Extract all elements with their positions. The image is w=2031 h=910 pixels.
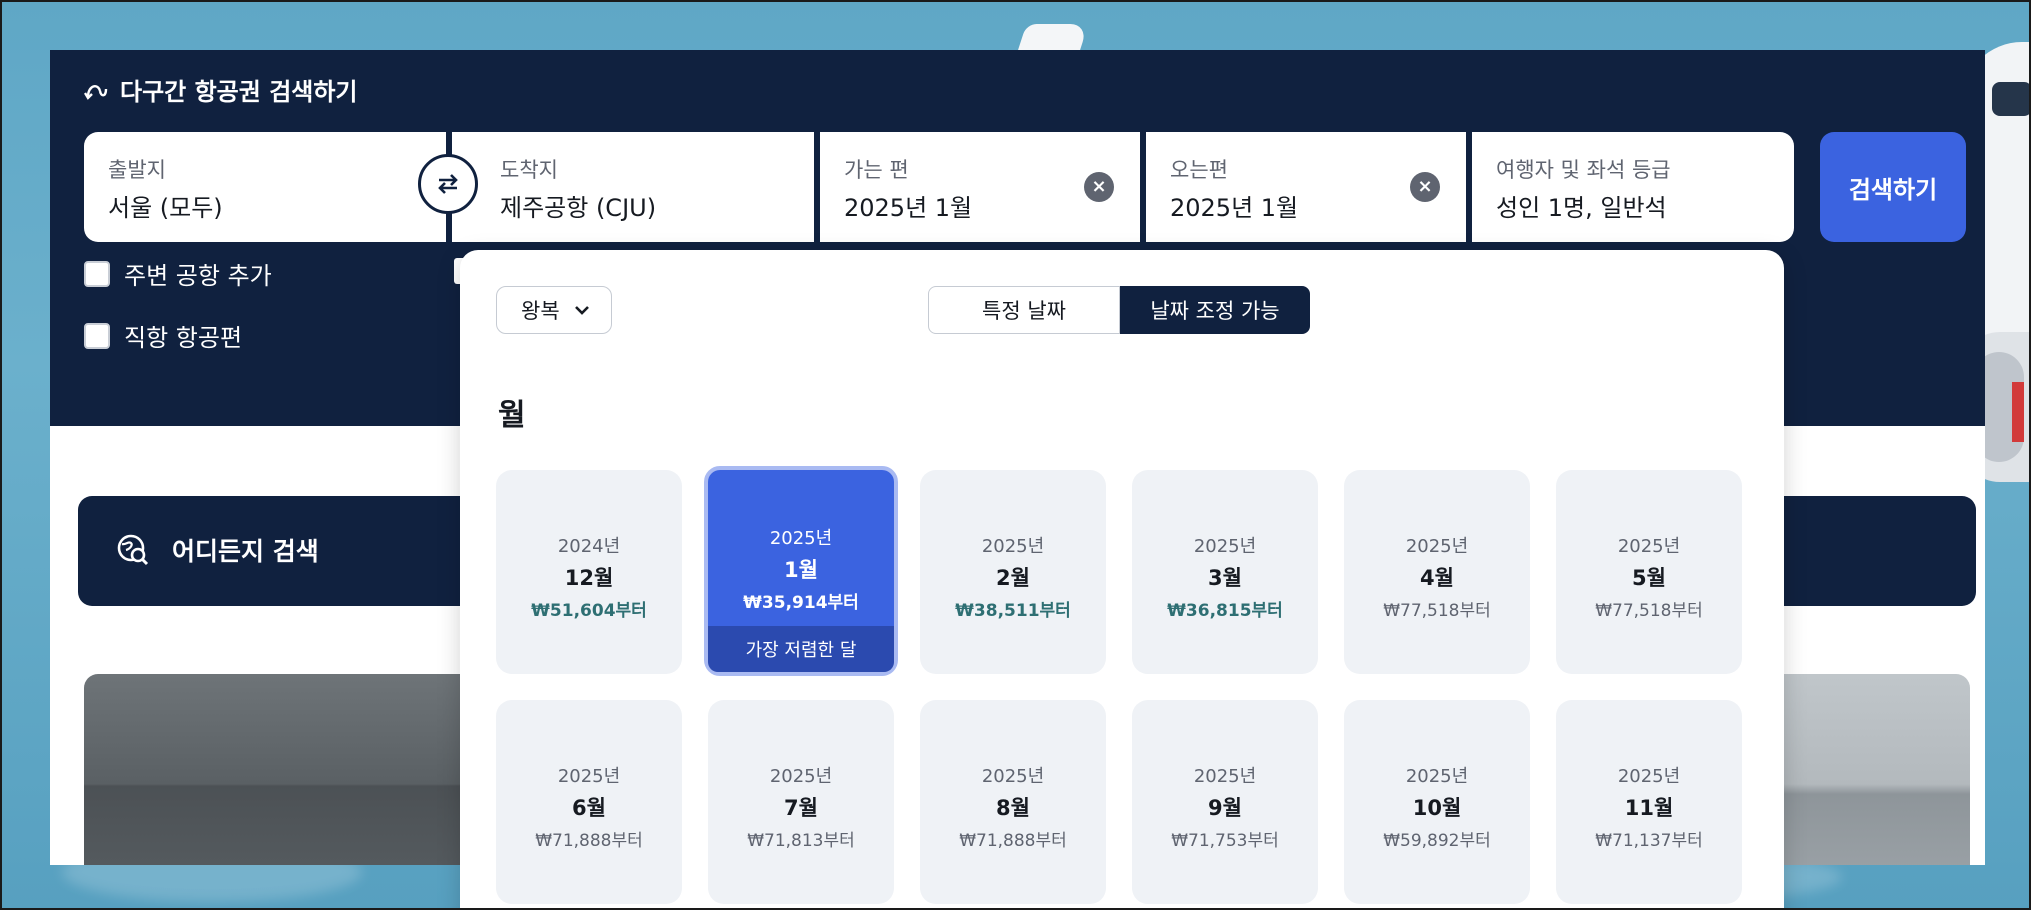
- nearby-airports-option[interactable]: 주변 공항 추가: [84, 256, 272, 291]
- cheapest-month-tag: 가장 저렴한 달: [708, 626, 894, 672]
- month-card-month: 5월: [1632, 566, 1666, 590]
- month-card[interactable]: 2025년 5월 ₩77,518부터: [1556, 470, 1742, 674]
- month-card[interactable]: 2025년 9월 ₩71,753부터: [1132, 700, 1318, 904]
- month-card-year: 2025년: [981, 536, 1045, 557]
- month-card-price: ₩36,815부터: [1167, 601, 1283, 621]
- clear-icon: ×: [1417, 176, 1433, 197]
- month-card[interactable]: 2025년 2월 ₩38,511부터: [920, 470, 1106, 674]
- month-card-month: 9월: [1208, 796, 1242, 820]
- month-card[interactable]: 2025년 8월 ₩71,888부터: [920, 700, 1106, 904]
- screen-frame: 다구간 항공권 검색하기 출발지 서울 (모두) 도착지 제주공항 (CJU) …: [0, 0, 2031, 910]
- clear-depart-button[interactable]: ×: [1084, 172, 1114, 202]
- travelers-field[interactable]: 여행자 및 좌석 등급 성인 1명, 일반석: [1472, 132, 1794, 242]
- trip-type-select[interactable]: 왕복: [496, 286, 612, 334]
- month-section-title: 월: [498, 398, 526, 433]
- chevron-down-icon: [574, 306, 589, 315]
- month-card[interactable]: 2025년 1월 ₩35,914부터가장 저렴한 달: [704, 466, 898, 676]
- date-picker-popover: 왕복 특정 날짜 날짜 조정 가능 월 2024년 12월 ₩51,604부터 202…: [460, 250, 1784, 908]
- month-card-year: 2025년: [1405, 766, 1469, 787]
- month-card-month: 3월: [1208, 566, 1242, 590]
- specific-date-tab[interactable]: 특정 날짜: [928, 286, 1120, 334]
- return-date-field[interactable]: 오는편 2025년 1월 ×: [1146, 132, 1466, 242]
- destination-label: 도착지: [500, 158, 558, 182]
- month-card[interactable]: 2025년 3월 ₩36,815부터: [1132, 470, 1318, 674]
- nearby-airports-checkbox[interactable]: [84, 260, 110, 287]
- month-card-year: 2025년: [557, 766, 621, 787]
- month-card-year: 2025년: [769, 766, 833, 787]
- month-card-price: ₩35,914부터: [743, 593, 859, 613]
- month-card[interactable]: 2025년 4월 ₩77,518부터: [1344, 470, 1530, 674]
- panel-title[interactable]: 다구간 항공권 검색하기: [84, 72, 358, 107]
- month-card-price: ₩38,511부터: [955, 601, 1071, 621]
- anywhere-search-label: 어디든지 검색: [172, 537, 319, 566]
- origin-label: 출발지: [108, 158, 166, 182]
- plane-window-image: [1992, 82, 2029, 116]
- clear-icon: ×: [1091, 176, 1107, 197]
- month-card-month: 2월: [996, 566, 1030, 590]
- month-card-month: 11월: [1624, 796, 1674, 820]
- search-button[interactable]: 검색하기: [1820, 132, 1966, 242]
- nearby-airports-label: 주변 공항 추가: [124, 262, 272, 290]
- month-card-year: 2024년: [557, 536, 621, 557]
- panel-title-text: 다구간 항공권 검색하기: [120, 78, 358, 106]
- date-mode-toggle: 특정 날짜 날짜 조정 가능: [928, 286, 1310, 334]
- month-card-month: 8월: [996, 796, 1030, 820]
- month-card-price: ₩51,604부터: [531, 601, 647, 621]
- depart-value: 2025년 1월: [844, 194, 973, 222]
- month-card-price: ₩59,892부터: [1383, 831, 1491, 851]
- globe-search-icon: [117, 534, 149, 566]
- month-card-year: 2025년: [1405, 536, 1469, 557]
- month-card-month: 10월: [1412, 796, 1462, 820]
- destination-value: 제주공항 (CJU): [500, 194, 657, 222]
- trip-type-value: 왕복: [521, 299, 560, 323]
- origin-field[interactable]: 출발지 서울 (모두): [84, 132, 446, 242]
- month-card-month: 7월: [784, 796, 818, 820]
- direct-flights-checkbox[interactable]: [84, 322, 110, 349]
- depart-label: 가는 편: [844, 158, 909, 182]
- month-card-year: 2025년: [1193, 536, 1257, 557]
- swap-icon: [438, 174, 458, 194]
- travelers-value: 성인 1명, 일반석: [1496, 194, 1667, 222]
- clear-return-button[interactable]: ×: [1410, 172, 1440, 202]
- destination-photo[interactable]: [1780, 674, 1970, 865]
- depart-date-field[interactable]: 가는 편 2025년 1월 ×: [820, 132, 1140, 242]
- flexible-date-tab[interactable]: 날짜 조정 가능: [1120, 286, 1310, 334]
- month-card-year: 2025년: [1617, 766, 1681, 787]
- month-card[interactable]: 2024년 12월 ₩51,604부터: [496, 470, 682, 674]
- plane-marking-image: [2012, 382, 2024, 442]
- month-card-month: 4월: [1420, 566, 1454, 590]
- month-card[interactable]: 2025년 10월 ₩59,892부터: [1344, 700, 1530, 904]
- month-card-price: ₩71,888부터: [959, 831, 1067, 851]
- multi-city-icon: [84, 84, 108, 100]
- return-label: 오는편: [1170, 158, 1228, 182]
- month-card-year: 2025년: [1193, 766, 1257, 787]
- month-card-year: 2025년: [769, 528, 833, 549]
- month-card-price: ₩77,518부터: [1595, 601, 1703, 621]
- month-card-price: ₩77,518부터: [1383, 601, 1491, 621]
- origin-value: 서울 (모두): [108, 194, 223, 222]
- month-card[interactable]: 2025년 7월 ₩71,813부터: [708, 700, 894, 904]
- direct-flights-label: 직항 항공편: [124, 324, 243, 352]
- return-value: 2025년 1월: [1170, 194, 1299, 222]
- month-card[interactable]: 2025년 11월 ₩71,137부터: [1556, 700, 1742, 904]
- month-card-month: 1월: [784, 558, 818, 582]
- destination-field[interactable]: 도착지 제주공항 (CJU): [452, 132, 814, 242]
- month-card-month: 6월: [572, 796, 606, 820]
- month-card-year: 2025년: [981, 766, 1045, 787]
- month-card[interactable]: 2025년 6월 ₩71,888부터: [496, 700, 682, 904]
- month-card-price: ₩71,753부터: [1171, 831, 1279, 851]
- swap-button[interactable]: [418, 154, 478, 214]
- month-card-price: ₩71,813부터: [747, 831, 855, 851]
- month-card-price: ₩71,888부터: [535, 831, 643, 851]
- month-card-month: 12월: [564, 566, 614, 590]
- travelers-label: 여행자 및 좌석 등급: [1496, 158, 1671, 182]
- direct-flights-option[interactable]: 직항 항공편: [84, 318, 242, 353]
- month-card-price: ₩71,137부터: [1595, 831, 1703, 851]
- month-card-year: 2025년: [1617, 536, 1681, 557]
